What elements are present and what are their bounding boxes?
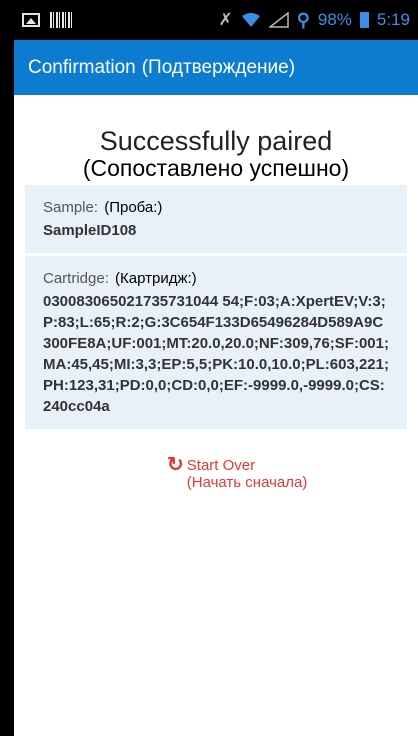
battery-icon [359, 12, 369, 28]
sample-label: Sample: (Проба:) [43, 199, 389, 216]
start-over-translation: (Начать сначала) [186, 474, 308, 491]
sample-label-translation: (Проба:) [104, 199, 163, 216]
app-bar: Confirmation (Подтверждение) [14, 40, 418, 95]
usb-icon: ⚲ [296, 9, 310, 30]
image-icon [22, 13, 40, 27]
start-over-label: Start Over [186, 457, 256, 474]
barcode-icon [50, 12, 72, 28]
cartridge-barcode: 030083065021735731044 54;F:03;A:XpertEV;… [43, 293, 389, 415]
battery-percentage: 98% [317, 10, 352, 29]
sample-label-text: Sample: [43, 199, 99, 216]
sample-id: SampleID108 [43, 222, 137, 239]
success-heading-translation: (Сопоставлено успешно) [82, 155, 350, 181]
signal-icon [268, 12, 289, 28]
status-bar: ✗ ⚲ 98% 5:19 [14, 0, 418, 40]
success-heading-text: Successfully paired [99, 126, 333, 156]
start-over-button[interactable]: ↻ Start Over (Начать сначала) [167, 454, 418, 491]
screen: ✗ ⚲ 98% 5:19 Confirmation (Подтверждение… [14, 0, 418, 736]
clock: 5:19 [376, 10, 410, 29]
wifi-icon [241, 13, 260, 27]
device-frame: ✗ ⚲ 98% 5:19 Confirmation (Подтверждение… [0, 0, 418, 736]
cartridge-label-translation: (Картридж:) [115, 270, 197, 287]
cartridge-label-text: Cartridge: [43, 270, 109, 287]
sample-panel: Sample: (Проба:) SampleID108 [25, 185, 407, 253]
page-title: Confirmation [28, 56, 136, 78]
cartridge-panel: Cartridge: (Картридж:) 03008306502173573… [25, 256, 407, 429]
cartridge-label: Cartridge: (Картридж:) [43, 270, 389, 287]
success-heading: Successfully paired (Сопоставлено успешн… [14, 128, 418, 180]
refresh-icon: ↻ [167, 454, 184, 476]
mute-icon: ✗ [218, 10, 233, 29]
page-title-translation: (Подтверждение) [141, 56, 296, 78]
